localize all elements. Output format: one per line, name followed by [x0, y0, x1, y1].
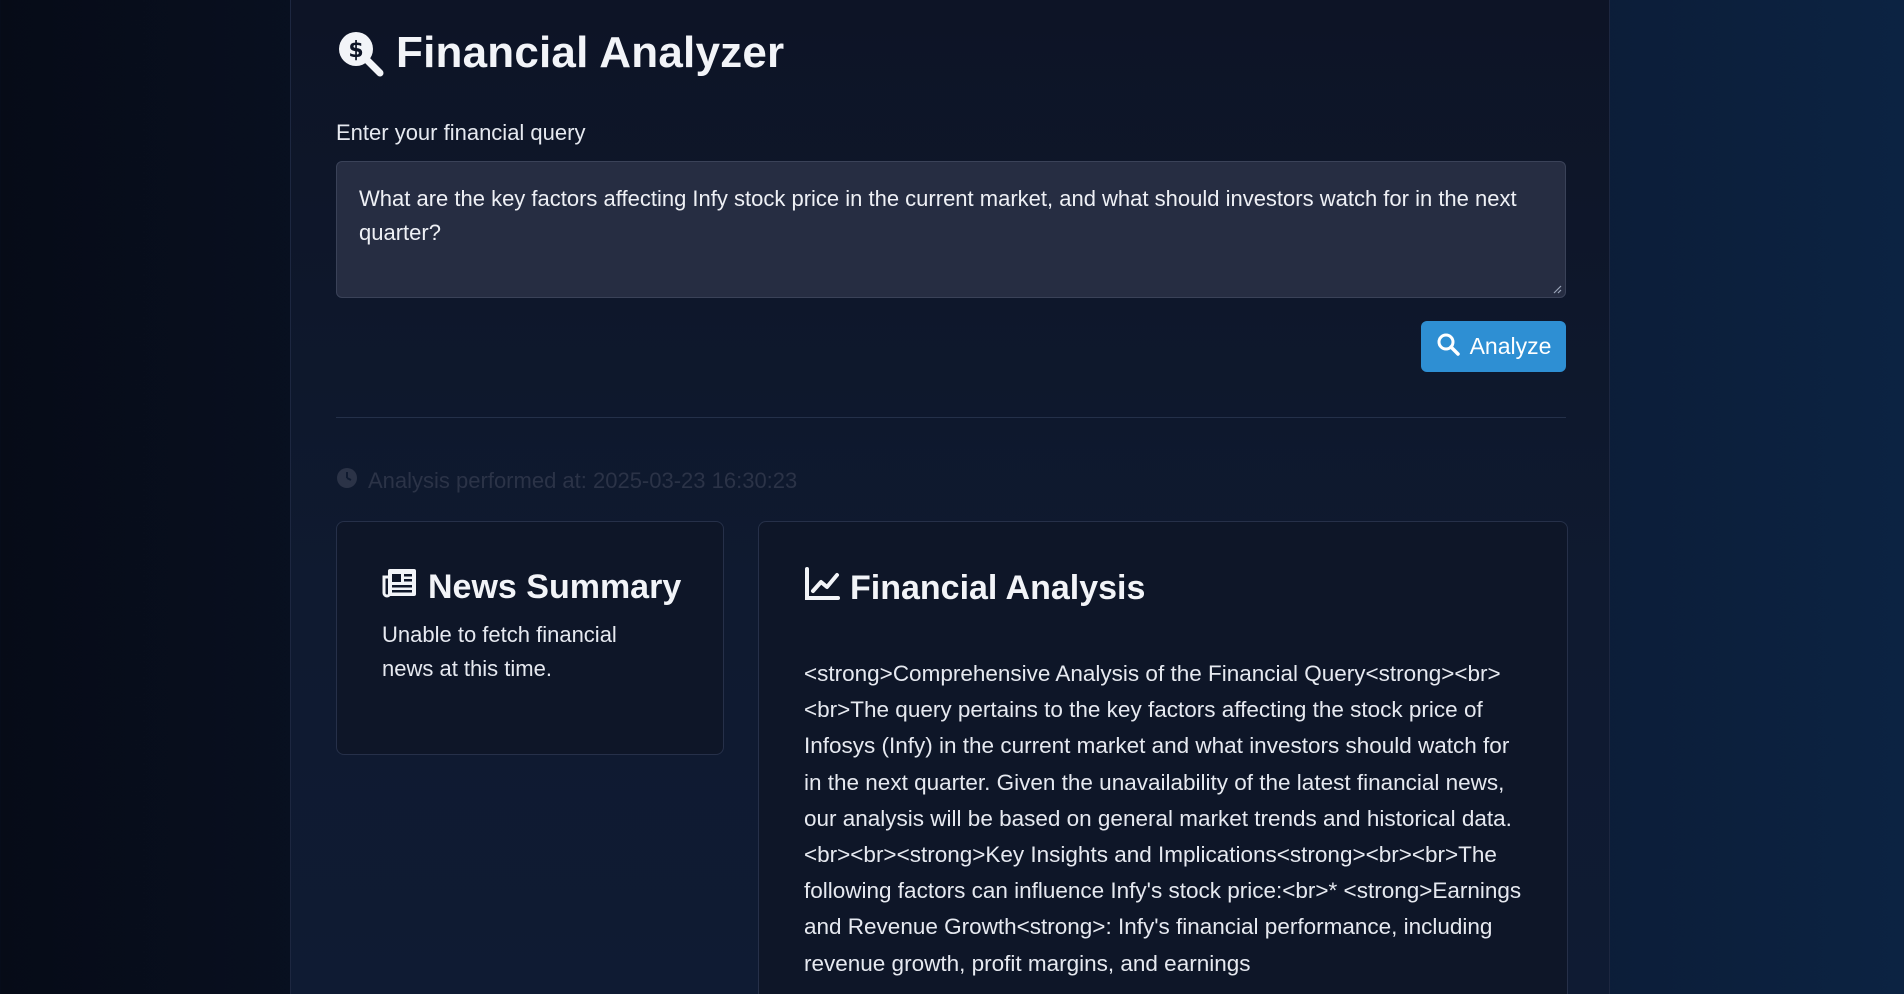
query-label: Enter your financial query: [336, 120, 586, 145]
news-summary-header: News Summary: [382, 567, 681, 608]
query-textarea[interactable]: What are the key factors affecting Infy …: [336, 161, 1566, 298]
search-dollar-icon: $: [336, 29, 384, 77]
newspaper-icon: [382, 567, 418, 608]
svg-text:$: $: [348, 38, 363, 63]
timestamp-text: Analysis performed at: 2025-03-23 16:30:…: [368, 468, 798, 493]
news-summary-text: Unable to fetch financial news at this t…: [382, 622, 617, 681]
financial-analysis-card: Financial Analysis <strong>Comprehensive…: [758, 521, 1568, 994]
financial-analysis-title: Financial Analysis: [850, 569, 1146, 607]
analyze-button[interactable]: Analyze: [1421, 321, 1566, 372]
financial-analysis-header: Financial Analysis: [804, 567, 1145, 610]
header: $ Financial Analyzer: [336, 28, 784, 78]
main-panel: $ Financial Analyzer Enter your financia…: [290, 0, 1610, 994]
resize-handle-icon[interactable]: [1552, 284, 1562, 294]
query-text[interactable]: What are the key factors affecting Infy …: [359, 186, 1517, 245]
divider: [336, 417, 1566, 418]
page-title: Financial Analyzer: [396, 28, 785, 77]
news-summary-card: News Summary Unable to fetch financial n…: [336, 521, 724, 755]
analysis-timestamp: Analysis performed at: 2025-03-23 16:30:…: [336, 467, 797, 495]
chart-line-icon: [804, 567, 840, 610]
analyze-button-label: Analyze: [1469, 333, 1552, 359]
news-summary-title: News Summary: [428, 568, 682, 606]
clock-icon: [336, 467, 358, 495]
financial-analysis-text: <strong>Comprehensive Analysis of the Fi…: [804, 661, 1522, 976]
search-icon: [1436, 332, 1460, 362]
